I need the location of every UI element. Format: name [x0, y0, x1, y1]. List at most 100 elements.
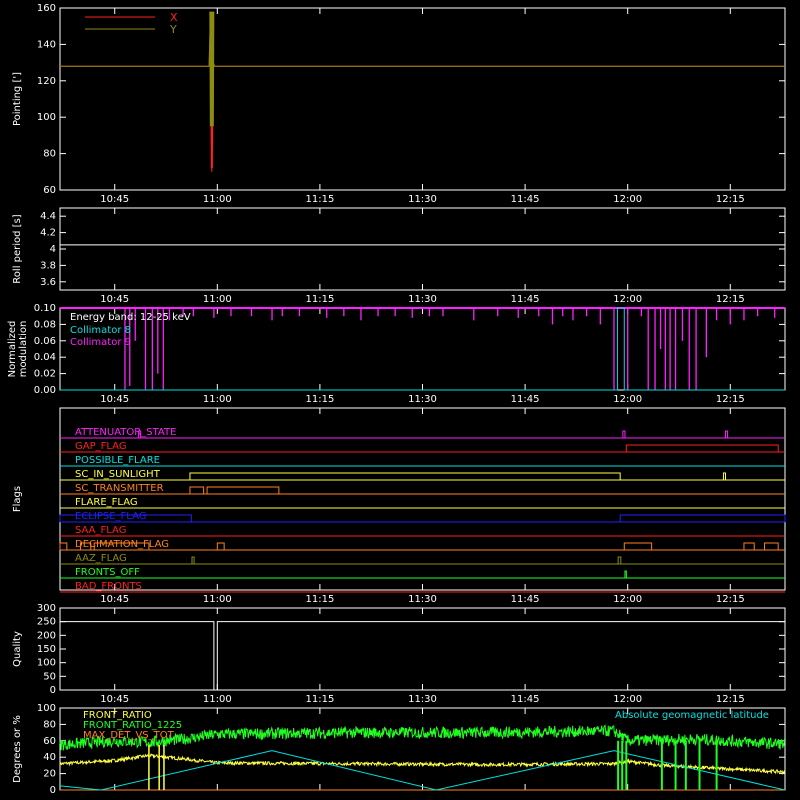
panel-4-ylabel: Quality	[12, 631, 23, 667]
panel-1-xtick-label: 10:45	[100, 294, 129, 305]
panel-3-xtick-label: 12:00	[613, 594, 642, 605]
panel-2-xtick-label: 11:30	[408, 394, 437, 405]
panel-0-ylabel: Pointing [']	[12, 72, 23, 126]
panel-4-xtick-label: 11:15	[305, 694, 334, 705]
panel-0-ytick-label: 140	[37, 39, 56, 50]
panel-3-xtick-label: 11:45	[511, 594, 540, 605]
panel-2-xtick-label: 12:15	[716, 394, 745, 405]
panel-2-xtick-label: 12:00	[613, 394, 642, 405]
panel-1-xtick-label: 12:15	[716, 294, 745, 305]
flag-on-segment	[619, 514, 786, 522]
panel-1-xtick-label: 11:00	[203, 294, 232, 305]
flag-on-segment	[763, 542, 779, 550]
y-spike	[209, 11, 215, 127]
panel-1-ytick-label: 4	[50, 244, 56, 255]
panel-4-frame	[59, 607, 786, 691]
panel-2-ytick-label: 0.04	[34, 352, 56, 363]
flag-label: SAA_FLAG	[75, 525, 126, 536]
panel-2-ylabel: modulation	[18, 321, 29, 378]
panel-3-xtick-label: 11:00	[203, 594, 232, 605]
flag-label: DECIMATION_FLAG	[75, 539, 169, 550]
flag-on-segment	[622, 430, 626, 438]
panel-2-xtick-label: 11:45	[511, 394, 540, 405]
panel-0-xtick-label: 10:45	[100, 194, 129, 205]
flag-on-segment	[191, 556, 195, 564]
panel-0-ytick-label: 160	[37, 3, 56, 14]
panel-2-ytick-label: 0.02	[34, 369, 56, 380]
flag-label: AAZ_FLAG	[75, 553, 127, 564]
panel-1-ytick-label: 3.6	[40, 277, 56, 288]
legend-entry: MAX_DET_VS_TOT	[83, 730, 175, 741]
panel-5-ytick-label: 0	[50, 785, 56, 796]
legend-entry: Y	[169, 23, 177, 36]
series-0-line	[60, 17, 785, 172]
flag-on-segment	[743, 542, 755, 550]
panel-2-ytick-label: 0.06	[34, 336, 56, 347]
panel-3-ylabel: Flags	[12, 486, 23, 512]
flag-on-segment	[59, 542, 68, 550]
flag-label: ECLIPSE_FLAG	[75, 511, 146, 522]
panel-2-ytick-label: 0.00	[34, 385, 56, 396]
panel-1-xtick-label: 12:00	[613, 294, 642, 305]
panel-0-xtick-label: 11:00	[203, 194, 232, 205]
panel-0-frame	[59, 7, 786, 191]
flag-on-segment	[617, 556, 622, 564]
flag-on-segment	[206, 486, 280, 494]
panel-5-ytick-label: 20	[43, 769, 56, 780]
panel-2-xtick-label: 10:45	[100, 394, 129, 405]
panel-0-xtick-label: 11:15	[305, 194, 334, 205]
legend-entry: Absolute geomagnetic latitude	[615, 710, 769, 721]
panel-1-ytick-label: 4.4	[40, 211, 56, 222]
flag-label: POSSIBLE_FLARE	[75, 455, 160, 466]
panel-4-ytick-label: 300	[37, 603, 56, 614]
panel-4-xtick-label: 12:15	[716, 694, 745, 705]
panel-0-ytick-label: 80	[43, 149, 56, 160]
panel-4-xtick-label: 11:45	[511, 694, 540, 705]
panel-4-xtick-label: 11:00	[203, 694, 232, 705]
panel-4-xtick-label: 12:00	[613, 694, 642, 705]
panel-5-ytick-label: 40	[43, 752, 56, 763]
panel-3-xtick-label: 12:15	[716, 594, 745, 605]
flag-label: GAP_FLAG	[75, 441, 127, 452]
legend-entry: Collimator 9	[70, 337, 131, 348]
panel-0-xtick-label: 12:15	[716, 194, 745, 205]
panel-4-ytick-label: 250	[37, 617, 56, 628]
flag-label: SC_IN_SUNLIGHT	[75, 469, 161, 480]
panel-2-ytick-label: 0.08	[34, 319, 56, 330]
panel-1-xtick-label: 11:45	[511, 294, 540, 305]
legend-entry: Collimator 8	[70, 325, 131, 336]
panel-3-xtick-label: 11:15	[305, 594, 334, 605]
panel-4-xtick-label: 10:45	[100, 694, 129, 705]
panel-1-ylabel: Roll period [s]	[12, 214, 23, 283]
flag-label: SC_TRANSMITTER	[75, 483, 164, 494]
spacecraft-housekeeping-chart: 10:45 11:00 11:15 11:30 11:45 12:00 12:15 Point…	[7, 3, 786, 796]
panel-4-xtick-label: 11:30	[408, 694, 437, 705]
panel-1-xtick-label: 11:30	[408, 294, 437, 305]
panel-1-frame	[59, 207, 786, 291]
panel-2-xtick-label: 11:15	[305, 394, 334, 405]
panel-1-ytick-label: 3.8	[40, 260, 56, 271]
panel-4-ytick-label: 0	[50, 685, 56, 696]
panel-2-ylabel: Normalized	[7, 321, 18, 378]
panel-4-ytick-label: 150	[37, 644, 56, 655]
panel-4-ytick-label: 50	[43, 671, 56, 682]
flag-on-segment	[216, 542, 225, 550]
flag-on-segment	[722, 472, 726, 480]
panel-5-ytick-label: 100	[37, 703, 56, 714]
flag-on-segment	[189, 472, 621, 480]
series-0-line	[60, 621, 785, 691]
flag-label: FLARE_FLAG	[75, 497, 138, 508]
flag-on-segment	[623, 542, 653, 550]
panel-0-ytick-label: 60	[43, 185, 56, 196]
panel-0-xtick-label: 11:30	[408, 194, 437, 205]
flag-label: BAD_FRONTS	[75, 581, 142, 592]
panel-1-xtick-label: 11:15	[305, 294, 334, 305]
panel-3-xtick-label: 11:30	[408, 594, 437, 605]
flag-on-segment	[189, 486, 205, 494]
panel-0-ytick-label: 120	[37, 76, 56, 87]
panel-2-ytick-label: 0.10	[34, 303, 56, 314]
panel-5-ytick-label: 60	[43, 736, 56, 747]
flag-on-segment	[724, 430, 729, 438]
panel-2-xtick-label: 11:00	[203, 394, 232, 405]
panel-0-xtick-label: 12:00	[613, 194, 642, 205]
